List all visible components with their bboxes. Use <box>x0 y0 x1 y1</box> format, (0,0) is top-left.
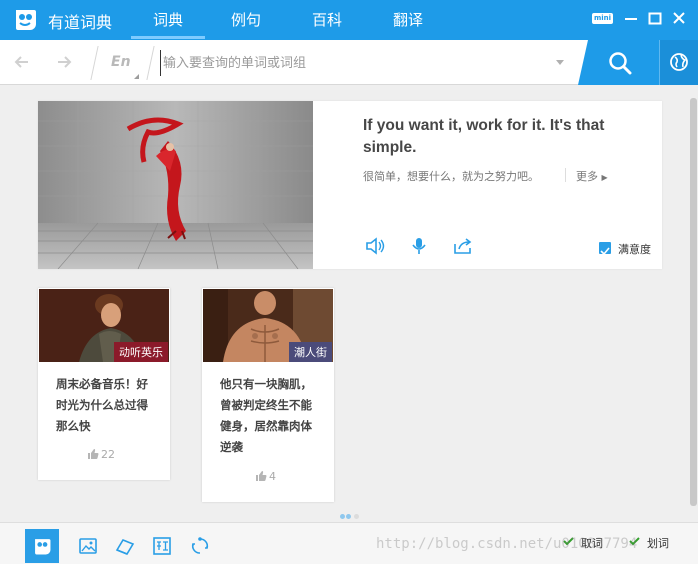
maximize-icon[interactable] <box>648 10 662 26</box>
app-title: 有道词典 <box>48 13 113 32</box>
thumbs-up-icon <box>88 449 99 459</box>
like-count[interactable]: 22 <box>88 448 115 461</box>
search-input[interactable] <box>160 50 540 76</box>
feed-image: 潮人街 <box>203 289 333 362</box>
feed-image: 动听英乐 <box>39 289 169 362</box>
feed-category-tag: 潮人街 <box>289 342 332 362</box>
watermark: http://blog.csdn.net/u010837794 <box>376 536 638 552</box>
daily-image[interactable] <box>38 101 313 269</box>
satisfaction-label[interactable]: 满意度 <box>618 241 651 257</box>
search-icon <box>609 52 632 75</box>
search-button[interactable] <box>578 40 660 85</box>
selection-capture-toggle[interactable]: 划词 <box>647 535 669 551</box>
close-icon[interactable] <box>672 10 686 26</box>
globe-icon <box>670 53 688 71</box>
scrollbar[interactable] <box>690 98 697 506</box>
microphone-icon[interactable] <box>409 237 429 255</box>
feed-card[interactable]: 潮人街 他只有一块胸肌，曾被判定终生不能健身，居然靠肉体逆袭 4 <box>202 288 334 502</box>
online-button[interactable] <box>659 40 698 85</box>
back-arrow-icon[interactable] <box>12 52 32 72</box>
wordbook-button[interactable] <box>108 529 142 563</box>
thumbs-up-icon <box>256 471 267 481</box>
minimize-icon[interactable] <box>624 10 638 26</box>
image-translate-button[interactable] <box>71 529 105 563</box>
tab-dictionary[interactable]: 词典 <box>130 9 206 39</box>
feed-title: 周末必备音乐！好时光为什么总过得那么快 <box>56 377 148 433</box>
more-link[interactable]: 更多 ▶ <box>576 168 608 184</box>
history-dropdown-icon[interactable] <box>556 60 564 65</box>
like-count-value: 4 <box>269 470 276 483</box>
translate-tool-button[interactable] <box>145 529 179 563</box>
language-selector[interactable]: En <box>111 54 131 70</box>
dictionary-tool-button[interactable] <box>25 529 59 563</box>
daily-sentence-card: If you want it, work for it. It's that s… <box>38 101 662 269</box>
mini-mode-button[interactable]: mini <box>592 13 613 24</box>
language-dropdown-corner <box>134 74 139 79</box>
like-count[interactable]: 4 <box>256 470 276 483</box>
pager-dot-active[interactable] <box>346 514 351 519</box>
speaker-icon[interactable] <box>365 237 385 255</box>
like-count-value: 22 <box>101 448 115 461</box>
youdao-logo-icon <box>35 539 51 555</box>
forward-arrow-icon[interactable] <box>54 52 74 72</box>
pen-book-icon <box>115 539 135 555</box>
separator <box>146 46 155 80</box>
share-icon[interactable] <box>453 237 473 255</box>
tab-translate[interactable]: 翻译 <box>393 9 423 30</box>
more-label: 更多 <box>576 170 598 183</box>
youdao-logo-icon <box>16 10 36 30</box>
feed-title: 他只有一块胸肌，曾被判定终生不能健身，居然靠肉体逆袭 <box>220 377 312 454</box>
separator <box>565 168 566 182</box>
translate-icon <box>153 537 171 555</box>
pager-dot[interactable] <box>354 514 359 519</box>
feed-category-tag: 动听英乐 <box>114 342 168 362</box>
satisfaction-checkbox[interactable] <box>599 242 611 256</box>
check-icon <box>600 247 610 256</box>
sync-icon <box>191 537 209 554</box>
pager-dot-active[interactable] <box>340 514 345 519</box>
quote-english: If you want it, work for it. It's that s… <box>363 117 605 156</box>
tab-examples[interactable]: 例句 <box>231 9 261 30</box>
title-bar: 有道词典 词典 例句 百科 翻译 mini <box>0 0 698 40</box>
tab-encyclopedia[interactable]: 百科 <box>312 9 342 30</box>
separator <box>90 46 99 80</box>
chevron-right-icon: ▶ <box>601 173 608 182</box>
sync-button[interactable] <box>183 529 217 563</box>
quote-chinese: 很简单，想要什么，就为之努力吧。 <box>363 170 539 183</box>
feed-card[interactable]: 动听英乐 周末必备音乐！好时光为什么总过得那么快 22 <box>38 288 170 480</box>
image-icon <box>79 538 97 554</box>
